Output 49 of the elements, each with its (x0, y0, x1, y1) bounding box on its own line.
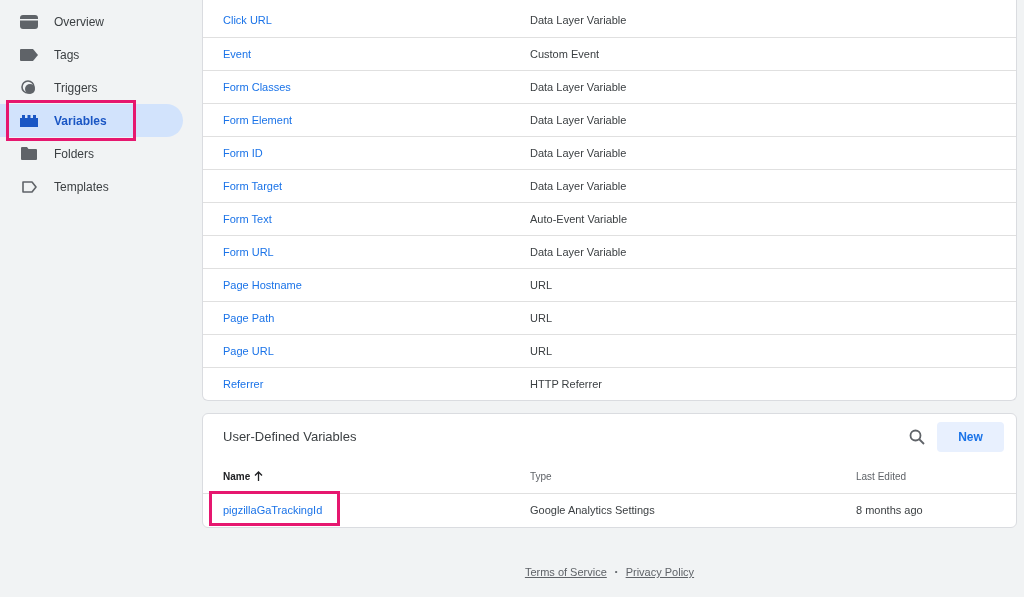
separator-dot: • (614, 566, 618, 579)
table-cell-text: HTTP Referrer (530, 376, 602, 392)
table-cell-text: URL (530, 277, 552, 293)
card-title: User-Defined Variables (223, 427, 358, 446)
sidebar-item[interactable]: Templates (0, 170, 183, 203)
column-header[interactable]: Type (530, 468, 856, 484)
folder-icon (21, 147, 37, 160)
sidebar-item[interactable]: Variables (0, 104, 183, 137)
variable-link[interactable]: Form URL (223, 243, 530, 261)
sidebar-item[interactable]: Triggers (0, 71, 183, 104)
variable-link[interactable]: Form Text (223, 210, 530, 228)
column-header[interactable]: Last Edited (856, 468, 907, 484)
table-cell-text: URL (530, 343, 552, 359)
circles-icon (21, 79, 37, 96)
blocks-icon (20, 114, 38, 127)
table-cell-text: Data Layer Variable (530, 178, 627, 194)
table-cell-text: URL (530, 310, 552, 326)
variable-link[interactable]: Page URL (223, 342, 530, 360)
variable-link[interactable]: Page Path (223, 309, 530, 327)
table-cell-text: Data Layer Variable (530, 244, 627, 260)
variable-link[interactable]: Form Target (223, 177, 530, 195)
variable-link[interactable]: Form ID (223, 144, 530, 162)
variable-link[interactable]: pigzillaGaTrackingId (223, 504, 323, 517)
tag-outline-icon (21, 180, 37, 193)
table-cell-text: Google Analytics Settings (530, 503, 656, 519)
table-cell-text: Data Layer Variable (530, 79, 627, 95)
table-cell-text: Custom Event (530, 46, 600, 62)
variable-link[interactable]: Event (223, 45, 530, 63)
variable-link[interactable]: Form Classes (223, 78, 530, 96)
search-icon[interactable] (909, 428, 925, 445)
sidebar-item[interactable]: Folders (0, 137, 183, 170)
table-cell-text: Data Layer Variable (530, 13, 627, 29)
table-cell-text: Data Layer Variable (530, 112, 627, 128)
arrow-up-icon (254, 471, 264, 481)
column-header[interactable]: Name (223, 468, 530, 484)
new-button[interactable]: New (937, 421, 1004, 452)
variable-link[interactable]: Form Element (223, 111, 530, 129)
sidebar-item[interactable]: Tags (0, 38, 183, 71)
footer-link[interactable]: Terms of Service (524, 564, 607, 581)
table-cell-text: 8 months ago (856, 503, 923, 519)
variable-link[interactable]: Click URL (223, 12, 530, 29)
tag-icon (20, 48, 38, 61)
variable-link[interactable]: Referrer (223, 375, 530, 393)
footer-link[interactable]: Privacy Policy (625, 564, 695, 581)
table-cell-text: Auto-Event Variable (530, 211, 628, 227)
box-icon (20, 14, 38, 29)
table-cell-text: Data Layer Variable (530, 145, 627, 161)
sidebar-item[interactable]: Overview (0, 5, 183, 38)
variable-link[interactable]: Page Hostname (223, 276, 530, 294)
